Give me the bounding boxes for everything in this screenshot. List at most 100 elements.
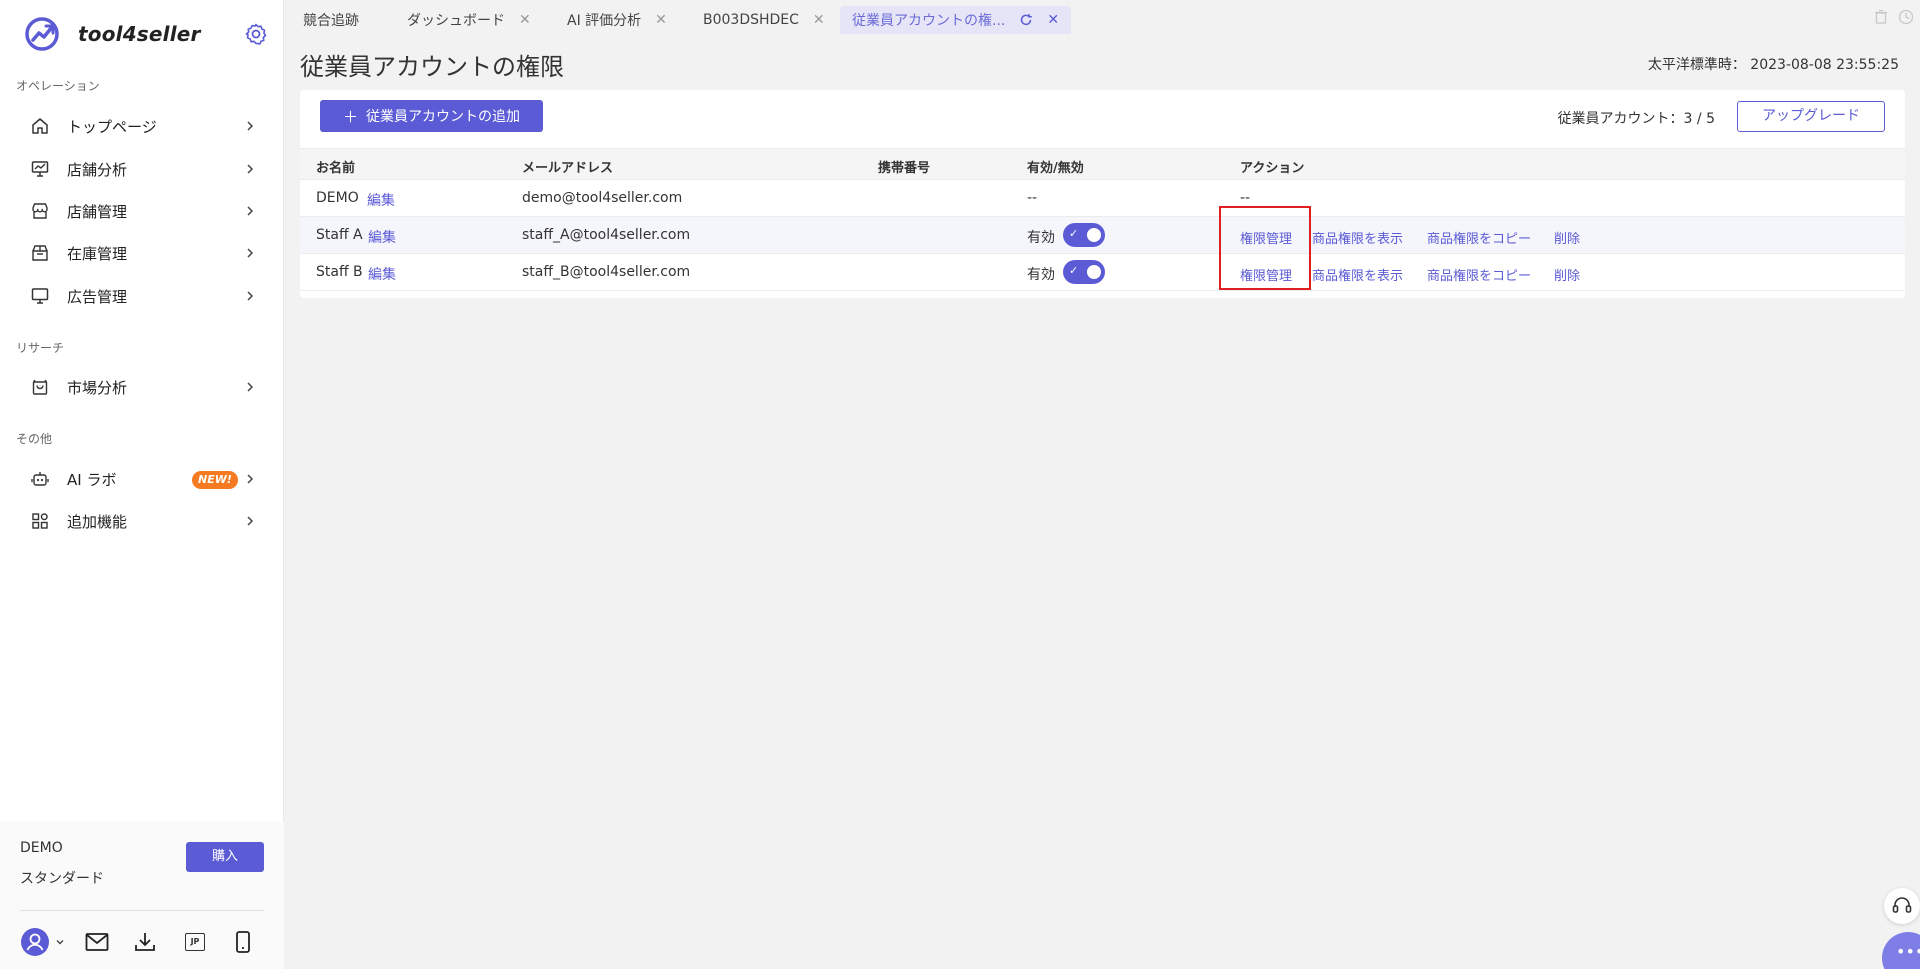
toggle-knob bbox=[1087, 265, 1101, 279]
sidebar-item-ads[interactable]: 広告管理 bbox=[30, 278, 262, 314]
toggle-knob bbox=[1087, 228, 1101, 242]
sidebar-item-ai-lab[interactable]: AI ラボ NEW! bbox=[30, 461, 262, 497]
table-row: Staff B 編集 staff_B@tool4seller.com 有効 ✓ … bbox=[300, 254, 1905, 291]
staff-actions: -- bbox=[1240, 190, 1251, 206]
sidebar-item-inventory[interactable]: 在庫管理 bbox=[30, 235, 262, 271]
sidebar-item-label: 広告管理 bbox=[67, 287, 128, 306]
sidebar-item-add-ons[interactable]: 追加機能 bbox=[30, 503, 262, 539]
store-icon bbox=[30, 201, 50, 221]
tab-bar: 競合追跡 ダッシュボード ✕ AI 評価分析 ✕ B003DSHDEC ✕ 従業… bbox=[285, 0, 1920, 38]
tab-staff-permissions[interactable]: 従業員アカウントの権... ✕ bbox=[840, 6, 1072, 34]
monitor-icon bbox=[30, 286, 50, 306]
timezone-clock: 太平洋標準時： 2023-08-08 23:55:25 bbox=[1647, 57, 1899, 73]
trash-icon[interactable] bbox=[1874, 9, 1888, 25]
delete-link[interactable]: 削除 bbox=[1554, 265, 1580, 284]
tab-ai-review-analysis[interactable]: AI 評価分析 ✕ bbox=[555, 6, 679, 34]
close-icon[interactable]: ✕ bbox=[1047, 12, 1059, 28]
sidebar-item-store-analysis[interactable]: 店舗分析 bbox=[30, 151, 262, 187]
close-icon[interactable]: ✕ bbox=[519, 12, 531, 28]
customer-support-icon[interactable] bbox=[1884, 888, 1920, 924]
tab-dashboard[interactable]: ダッシュボード ✕ bbox=[395, 6, 543, 34]
sidebar: tool4seller オペレーション トップページ 店舗分析 店舗管理 在庫管… bbox=[0, 0, 284, 969]
sidebar-item-label: 店舗管理 bbox=[67, 202, 128, 221]
sidebar-item-store-management[interactable]: 店舗管理 bbox=[30, 193, 262, 229]
footer-toolbar: JP bbox=[20, 926, 266, 958]
tab-competitor-tracking[interactable]: 競合追跡 bbox=[291, 6, 371, 34]
copy-product-permissions-link[interactable]: 商品権限をコピー bbox=[1427, 265, 1531, 284]
staff-email: staff_B@tool4seller.com bbox=[522, 264, 691, 280]
user-avatar-menu[interactable] bbox=[20, 927, 66, 957]
tab-label: 従業員アカウントの権... bbox=[852, 13, 1006, 29]
language-jp-icon[interactable]: JP bbox=[170, 927, 220, 957]
brand-logo[interactable]: tool4seller bbox=[24, 16, 274, 52]
sidebar-item-market-analysis[interactable]: 市場分析 bbox=[30, 369, 262, 405]
edit-link[interactable]: 編集 bbox=[367, 190, 395, 210]
status-toggle[interactable]: ✓ bbox=[1063, 260, 1105, 284]
sidebar-item-label: 店舗分析 bbox=[67, 160, 128, 179]
download-icon[interactable] bbox=[120, 927, 170, 957]
gear-icon[interactable] bbox=[244, 22, 268, 46]
more-options-icon[interactable]: ••• bbox=[1882, 932, 1920, 969]
close-icon[interactable]: ✕ bbox=[655, 12, 667, 28]
refresh-icon[interactable] bbox=[1019, 13, 1033, 27]
close-icon[interactable]: ✕ bbox=[813, 12, 825, 28]
sidebar-item-top-page[interactable]: トップページ bbox=[30, 108, 262, 144]
column-header-phone: 携帯番号 bbox=[878, 161, 931, 176]
box-icon bbox=[30, 243, 50, 263]
column-header-actions: アクション bbox=[1240, 161, 1305, 176]
plan-level: スタンダード bbox=[20, 871, 104, 887]
staff-name: Staff A bbox=[316, 227, 363, 243]
view-product-permissions-link[interactable]: 商品権限を表示 bbox=[1312, 228, 1403, 247]
chevron-right-icon bbox=[247, 291, 254, 301]
add-staff-account-button[interactable]: ＋ 従業員アカウントの追加 bbox=[320, 100, 543, 132]
edit-link[interactable]: 編集 bbox=[368, 227, 396, 247]
tab-label: 競合追跡 bbox=[303, 13, 359, 29]
staff-status: -- bbox=[1027, 190, 1038, 206]
buy-button[interactable]: 購入 bbox=[186, 842, 264, 872]
staff-name: Staff B bbox=[316, 264, 363, 280]
highlight-annotation-box bbox=[1219, 206, 1311, 290]
page-title: 従業員アカウントの権限 bbox=[300, 53, 564, 81]
staff-email: demo@tool4seller.com bbox=[522, 190, 683, 206]
status-toggle[interactable]: ✓ bbox=[1063, 223, 1105, 247]
sidebar-item-label: AI ラボ bbox=[67, 470, 117, 489]
new-badge: NEW! bbox=[192, 471, 238, 489]
upgrade-button[interactable]: アップグレード bbox=[1737, 101, 1885, 132]
section-title-other: その他 bbox=[16, 432, 53, 446]
check-icon: ✓ bbox=[1069, 227, 1079, 240]
chevron-right-icon bbox=[247, 248, 254, 258]
column-header-name: お名前 bbox=[316, 161, 356, 176]
account-name: DEMO bbox=[20, 840, 63, 856]
edit-link[interactable]: 編集 bbox=[368, 264, 396, 284]
brand-name: tool4seller bbox=[78, 22, 201, 46]
sidebar-footer: DEMO スタンダード 購入 JP bbox=[0, 822, 284, 969]
staff-status: 有効 bbox=[1027, 230, 1055, 246]
plus-icon: ＋ bbox=[342, 107, 358, 126]
add-staff-account-label: 従業員アカウントの追加 bbox=[366, 109, 520, 125]
chevron-right-icon bbox=[247, 164, 254, 174]
mobile-icon[interactable] bbox=[220, 927, 266, 957]
chevron-right-icon bbox=[247, 516, 254, 526]
logo-icon bbox=[25, 17, 59, 51]
delete-link[interactable]: 削除 bbox=[1554, 228, 1580, 247]
view-product-permissions-link[interactable]: 商品権限を表示 bbox=[1312, 265, 1403, 284]
table-header: お名前 メールアドレス 携帯番号 有効/無効 アクション bbox=[300, 148, 1905, 180]
table-row: DEMO 編集 demo@tool4seller.com -- -- bbox=[300, 180, 1905, 217]
check-icon: ✓ bbox=[1069, 264, 1079, 277]
home-icon bbox=[30, 116, 50, 136]
tab-b003dshdec[interactable]: B003DSHDEC ✕ bbox=[691, 6, 837, 34]
staff-name: DEMO bbox=[316, 190, 359, 206]
copy-product-permissions-link[interactable]: 商品権限をコピー bbox=[1427, 228, 1531, 247]
chevron-right-icon bbox=[247, 121, 254, 131]
staff-accounts-panel: ＋ 従業員アカウントの追加 従業員アカウント：3 / 5 アップグレード お名前… bbox=[300, 90, 1905, 298]
sidebar-item-label: 在庫管理 bbox=[67, 244, 128, 263]
mail-icon[interactable] bbox=[74, 927, 120, 957]
history-clock-icon[interactable] bbox=[1898, 9, 1914, 25]
sidebar-item-label: 追加機能 bbox=[67, 512, 128, 531]
chevron-right-icon bbox=[247, 474, 254, 484]
tabbar-tools bbox=[1874, 9, 1914, 25]
column-header-status: 有効/無効 bbox=[1027, 161, 1084, 176]
sidebar-item-label: トップページ bbox=[67, 117, 157, 136]
table-row: Staff A 編集 staff_A@tool4seller.com 有効 ✓ … bbox=[300, 217, 1905, 254]
section-title-operations: オペレーション bbox=[16, 79, 100, 93]
